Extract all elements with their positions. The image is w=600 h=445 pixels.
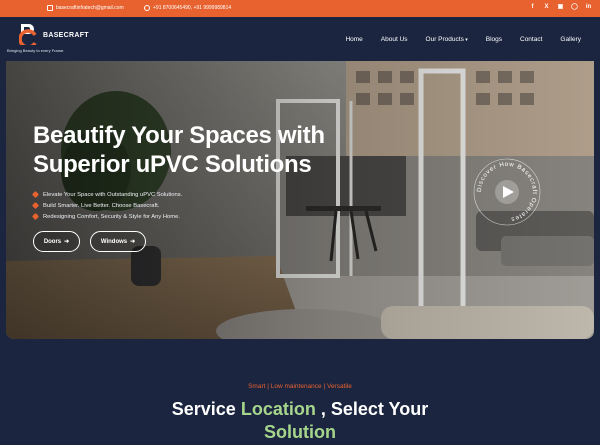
x-icon[interactable]: X	[543, 4, 550, 11]
facebook-icon[interactable]: f	[529, 4, 536, 11]
email-text[interactable]: basecraftinfratech@gmail.com	[56, 5, 124, 11]
hero-title-line2: Superior uPVC Solutions	[33, 151, 312, 178]
section-title-part: , Select Your	[315, 399, 429, 419]
nav-about-us[interactable]: About Us	[381, 36, 408, 43]
windows-button[interactable]: Windows ➜	[90, 231, 146, 252]
hero-title-line1: Beautify Your Spaces with	[33, 122, 325, 149]
section-kicker: Smart | Low maintenance | Versatile	[248, 383, 352, 390]
instagram-icon[interactable]: ▣	[557, 4, 564, 11]
arrow-right-icon: ➜	[64, 239, 70, 245]
social-links: f X ▣ ◯ in	[529, 4, 592, 11]
top-bar: basecraftinfratech@gmail.com +91 8700645…	[0, 0, 600, 17]
nav-home[interactable]: Home	[345, 36, 362, 43]
hero-bullet: Elevate Your Space with Outstanding uPVC…	[33, 189, 182, 200]
nav-our-products[interactable]: Our Products	[426, 36, 468, 43]
basecraft-logo-icon[interactable]	[19, 23, 39, 45]
arrow-right-icon: ➜	[130, 239, 136, 245]
brand-tagline: Bringing Beauty to every Frame.	[7, 48, 65, 53]
phone-icon	[144, 5, 150, 11]
main-navbar: BASECRAFT Bringing Beauty to every Frame…	[0, 17, 600, 61]
phone-text[interactable]: +91 8700645490, +91 9999989814	[153, 5, 231, 11]
hero-banner: Beautify Your Spaces with Superior uPVC …	[6, 61, 594, 339]
service-section: Smart | Low maintenance | Versatile Serv…	[0, 339, 600, 445]
phone-contact[interactable]: +91 8700645490, +91 9999989814	[144, 5, 231, 11]
nav-contact[interactable]: Contact	[520, 36, 542, 43]
section-title: Service Location , Select Your Solution	[0, 398, 600, 444]
hero-bullets: Elevate Your Space with Outstanding uPVC…	[33, 189, 182, 222]
hero-bullet: Build Smarter. Live Better. Choose Basec…	[33, 200, 182, 211]
main-menu: Home About Us Our Products Blogs Contact…	[345, 36, 581, 43]
hero-title: Beautify Your Spaces with Superior uPVC …	[33, 121, 363, 179]
whatsapp-icon[interactable]: ◯	[571, 4, 578, 11]
email-icon	[47, 5, 53, 11]
nav-gallery[interactable]: Gallery	[560, 36, 581, 43]
section-title-highlight: Location	[240, 399, 316, 419]
nav-blogs[interactable]: Blogs	[486, 36, 502, 43]
section-title-part: Service	[171, 399, 241, 419]
doors-button-label: Doors	[43, 238, 62, 245]
linkedin-icon[interactable]: in	[585, 4, 592, 11]
email-contact[interactable]: basecraftinfratech@gmail.com	[47, 5, 124, 11]
discover-video-badge[interactable]: Discover How Basecraft Operates	[472, 157, 542, 227]
windows-button-label: Windows	[100, 238, 128, 245]
hero-bullet: Redesigning Comfort, Security & Style fo…	[33, 211, 182, 222]
brand-name[interactable]: BASECRAFT	[43, 32, 89, 39]
doors-button[interactable]: Doors ➜	[33, 231, 80, 252]
section-title-highlight: Solution	[264, 422, 336, 442]
